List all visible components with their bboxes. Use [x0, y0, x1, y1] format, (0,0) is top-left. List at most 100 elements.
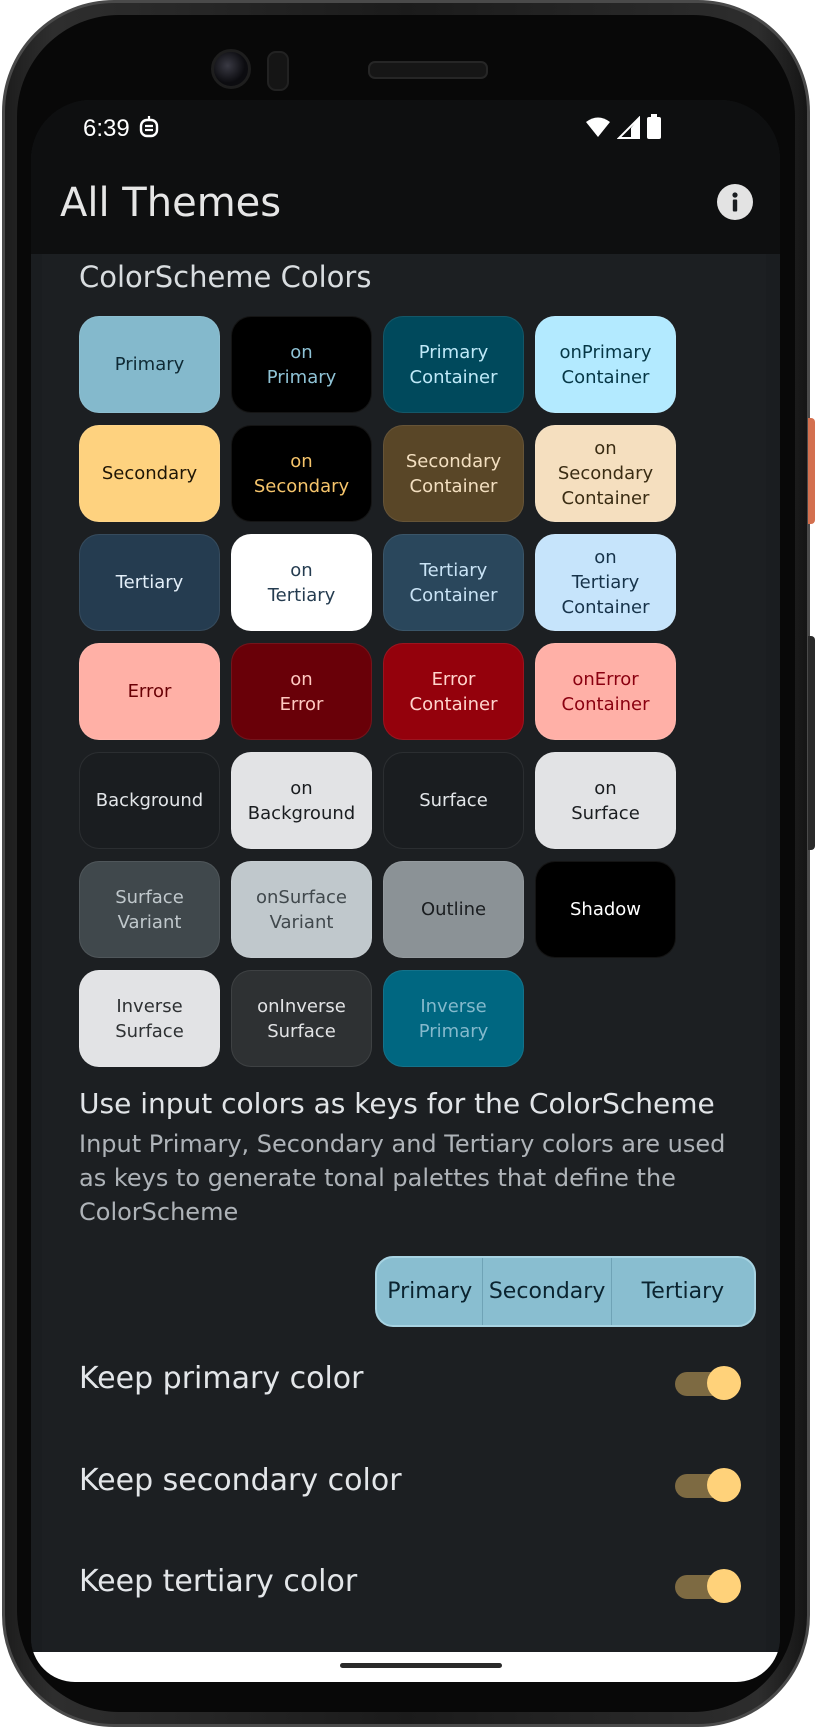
swatch-label: onInverse Surface — [257, 994, 346, 1044]
color-swatch[interactable]: Surface Variant — [79, 861, 220, 958]
color-swatch[interactable]: Error Container — [383, 643, 524, 740]
swatch-label: on Error — [280, 667, 324, 717]
swatch-label: on Tertiary Container — [562, 545, 650, 620]
keep-tertiary-switch[interactable] — [675, 1568, 741, 1604]
color-swatch[interactable]: Surface — [383, 752, 524, 849]
toggle-label: Keep tertiary color — [79, 1564, 358, 1599]
color-swatch[interactable]: on Secondary Container — [535, 425, 676, 522]
screen: 6:39 All Themes ColorScheme Colors Prima… — [31, 100, 780, 1682]
cellular-signal-icon — [617, 116, 640, 139]
segment-secondary[interactable]: Secondary — [483, 1258, 610, 1325]
swatch-label: Error — [128, 679, 172, 704]
swatch-label: onPrimary Container — [560, 340, 652, 390]
swatch-label-line: Outline — [420, 899, 487, 920]
color-swatch[interactable]: on Tertiary Container — [535, 534, 676, 631]
swatch-label-line: Surface — [419, 790, 488, 811]
swatch-label-line: Shadow — [569, 899, 642, 920]
color-swatch[interactable]: on Error — [231, 643, 372, 740]
swatch-label-line: on — [290, 450, 313, 472]
swatch-label-line: Surface — [267, 1020, 336, 1042]
swatch-label: on Tertiary — [268, 558, 336, 608]
color-swatch[interactable]: Inverse Surface — [79, 970, 220, 1067]
color-swatch[interactable]: Background — [79, 752, 220, 849]
swatch-label: Secondary — [102, 461, 197, 486]
swatch-label-line: Surface — [115, 1020, 184, 1042]
home-indicator[interactable] — [340, 1663, 502, 1668]
wifi-icon — [586, 117, 610, 137]
color-swatch[interactable]: onPrimary Container — [535, 316, 676, 413]
color-swatch[interactable]: Secondary Container — [383, 425, 524, 522]
keep-secondary-switch[interactable] — [675, 1467, 741, 1503]
color-swatch[interactable]: Secondary — [79, 425, 220, 522]
keep-primary-switch[interactable] — [675, 1365, 741, 1401]
color-swatch[interactable]: on Primary — [231, 316, 372, 413]
swatch-label: onSurface Variant — [256, 885, 347, 935]
color-swatch[interactable]: on Surface — [535, 752, 676, 849]
swatch-label: on Secondary — [254, 449, 349, 499]
section-title: ColorScheme Colors — [79, 260, 372, 294]
swatch-label-line: Inverse — [116, 995, 183, 1017]
color-swatch[interactable]: on Secondary — [231, 425, 372, 522]
swatch-label: Outline — [421, 897, 486, 922]
swatch-label-line: Tertiary — [571, 572, 640, 593]
swatch-label: Tertiary Container — [410, 558, 498, 608]
swatch-label: Tertiary — [116, 570, 184, 595]
color-swatch[interactable]: Primary — [79, 316, 220, 413]
toggle-row-keep-primary[interactable]: Keep primary color — [79, 1351, 769, 1411]
segment-tertiary[interactable]: Tertiary — [612, 1258, 754, 1325]
swatch-label-line: Secondary — [557, 463, 654, 484]
swatch-label-line: Tertiary — [419, 559, 488, 581]
toggle-row-keep-tertiary[interactable]: Keep tertiary color — [79, 1554, 769, 1614]
swatch-label-line: Container — [409, 693, 498, 715]
color-swatch[interactable]: on Tertiary — [231, 534, 372, 631]
swatch-label: Primary Container — [410, 340, 498, 390]
swatch-label-line: onSurface — [256, 886, 347, 908]
front-camera — [211, 49, 251, 89]
swatch-label: Inverse Surface — [115, 994, 184, 1044]
swatch-label-line: Primary — [266, 366, 337, 388]
swatch-label-line: Secondary — [101, 463, 198, 484]
info-icon — [732, 192, 738, 212]
segment-primary[interactable]: Primary — [377, 1258, 482, 1325]
content-area[interactable]: ColorScheme Colors Primary on Primary Prima… — [31, 254, 780, 1682]
swatch-label-line: onError — [572, 668, 639, 690]
swatch-label-line: Variant — [117, 911, 182, 933]
swatch-label-line: onInverse — [257, 995, 346, 1017]
volume-button[interactable] — [808, 636, 815, 850]
swatch-label-line: Tertiary — [267, 584, 336, 606]
swatch-label: Inverse Primary — [419, 994, 489, 1044]
color-swatch[interactable]: Shadow — [535, 861, 676, 958]
color-swatch[interactable]: Error — [79, 643, 220, 740]
swatch-label: Primary — [115, 352, 185, 377]
swatch-label-line: Error — [127, 681, 172, 702]
earpiece-speaker — [368, 61, 488, 79]
swatch-label-line: Inverse — [420, 995, 487, 1017]
page-title: All Themes — [60, 180, 282, 226]
swatch-label-line: Primary — [418, 1020, 489, 1042]
battery-icon — [647, 114, 661, 139]
color-swatch[interactable]: onInverse Surface — [231, 970, 372, 1067]
color-swatch[interactable]: Tertiary — [79, 534, 220, 631]
swatch-label-line: on — [290, 341, 313, 363]
color-swatch[interactable]: Tertiary Container — [383, 534, 524, 631]
color-swatch[interactable]: Outline — [383, 861, 524, 958]
color-swatch[interactable]: Primary Container — [383, 316, 524, 413]
swatch-label-line: Error — [431, 668, 476, 690]
swatch-label: Background — [96, 788, 203, 813]
swatch-label: on Surface — [571, 776, 640, 826]
swatch-label-line: Container — [409, 475, 498, 497]
color-swatch[interactable]: on Background — [231, 752, 372, 849]
color-swatch[interactable]: onSurface Variant — [231, 861, 372, 958]
power-button[interactable] — [808, 418, 815, 524]
color-swatch[interactable]: onError Container — [535, 643, 676, 740]
color-swatch[interactable]: Inverse Primary — [383, 970, 524, 1067]
status-time: 6:39 — [83, 115, 130, 142]
swatch-label-line: Variant — [269, 911, 334, 933]
swatch-label-line: Container — [561, 488, 650, 509]
info-button[interactable] — [717, 184, 753, 220]
toggle-row-keep-secondary[interactable]: Keep secondary color — [79, 1453, 769, 1513]
swatch-label-line: Container — [561, 366, 650, 388]
top-app-bar: All Themes — [31, 156, 780, 254]
swatch-label-line: on — [594, 547, 617, 568]
swatch-label-line: Container — [409, 366, 498, 388]
